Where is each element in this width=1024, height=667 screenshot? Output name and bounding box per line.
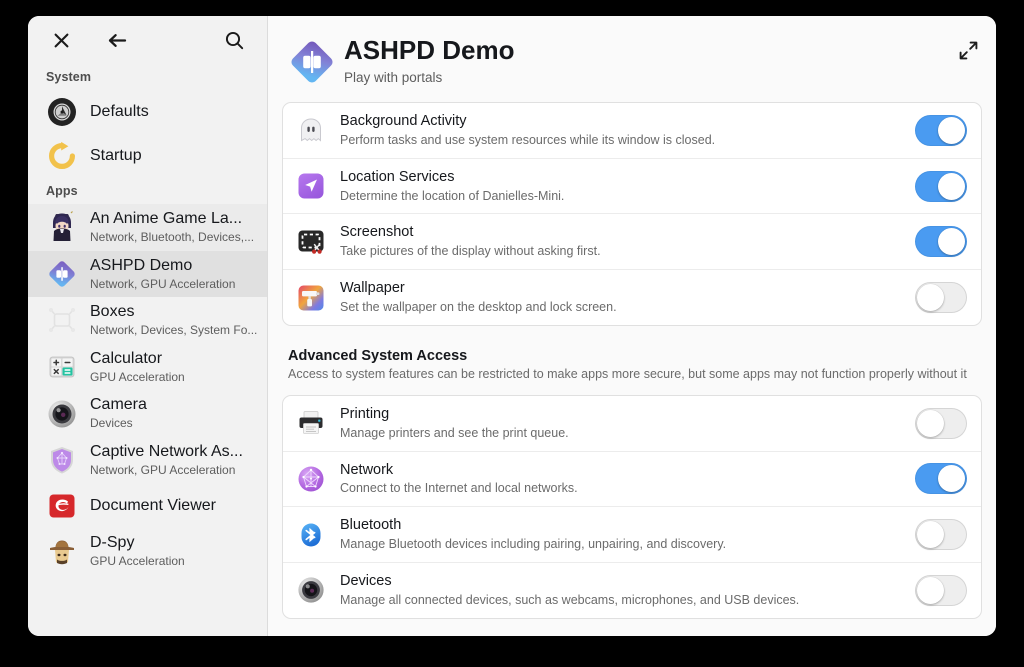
permission-row-printing: Printing Manage printers and see the pri… [283,396,981,451]
sidebar-item-subtitle: GPU Acceleration [90,370,257,386]
permissions-scroll-area[interactable]: Background Activity Perform tasks and us… [268,102,996,636]
sidebar-item-defaults[interactable]: Defaults [28,90,267,134]
camera-lens-icon [46,398,78,430]
search-icon[interactable] [217,25,251,55]
wallpaper-roller-icon [296,283,326,313]
sidebar-item-subtitle: Devices [90,416,257,432]
sidebar-item-subtitle: Network, Devices, System Fo... [90,323,257,339]
permission-description: Connect to the Internet and local networ… [340,480,901,497]
sidebar-item-label: Captive Network As... [90,442,257,462]
permission-description: Manage printers and see the print queue. [340,425,901,442]
evince-e-icon [46,490,78,522]
permission-title: Bluetooth [340,516,901,535]
sidebar-item-label: Calculator [90,349,257,369]
sidebar-item-subtitle: GPU Acceleration [90,554,257,570]
sidebar-item-captive-network-assistant[interactable]: Captive Network As... Network, GPU Accel… [28,437,267,484]
gear-disc-icon [46,96,78,128]
sidebar-item-subtitle: Network, GPU Acceleration [90,463,257,479]
permission-title: Location Services [340,168,901,187]
permission-toggle-printing[interactable] [915,408,967,439]
permission-row-network: Network Connect to the Internet and loca… [283,451,981,507]
sidebar-item-subtitle: Network, GPU Acceleration [90,277,257,293]
camera-lens-icon [296,575,326,605]
settings-window: System [28,16,996,636]
permission-row-screenshot: Screenshot Take pictures of the display … [283,213,981,269]
advanced-section-header: Advanced System Access Access to system … [282,326,982,383]
permission-row-devices: Devices Manage all connected devices, su… [283,562,981,618]
permission-row-wallpaper: Wallpaper Set the wallpaper on the deskt… [283,269,981,325]
permission-toggle-network[interactable] [915,463,967,494]
permission-row-bluetooth: Bluetooth Manage Bluetooth devices inclu… [283,506,981,562]
permission-row-background-activity: Background Activity Perform tasks and us… [283,103,981,158]
close-icon[interactable] [44,25,78,55]
permission-description: Manage all connected devices, such as we… [340,592,901,609]
sidebar-item-subtitle: Network, Bluetooth, Devices,... [90,230,257,246]
page-title: ASHPD Demo [344,36,514,66]
app-header: ASHPD Demo Play with portals [268,16,996,102]
permission-title: Background Activity [340,112,901,131]
sidebar-item-an-anime-game-launcher[interactable]: An Anime Game La... Network, Bluetooth, … [28,204,267,251]
permission-toggle-background-activity[interactable] [915,115,967,146]
main-panel: ASHPD Demo Play with portals [268,16,996,636]
permission-title: Wallpaper [340,279,901,298]
sidebar-item-label: ASHPD Demo [90,256,257,276]
sidebar-item-d-spy[interactable]: D-Spy GPU Acceleration [28,528,267,575]
permission-row-location-services: Location Services Determine the location… [283,158,981,214]
permissions-card: Background Activity Perform tasks and us… [282,102,982,326]
sidebar-item-boxes[interactable]: Boxes Network, Devices, System Fo... [28,297,267,344]
sidebar-item-label: An Anime Game La... [90,209,257,229]
sidebar-item-label: Startup [90,146,257,166]
permission-title: Devices [340,572,901,591]
permission-title: Network [340,461,901,480]
permission-toggle-location-services[interactable] [915,171,967,202]
sidebar-item-calculator[interactable]: Calculator GPU Acceleration [28,344,267,391]
sidebar-item-label: Defaults [90,102,257,122]
permission-description: Manage Bluetooth devices including pairi… [340,536,901,553]
section-title: Advanced System Access [288,348,976,364]
permission-description: Take pictures of the display without ask… [340,243,901,260]
permission-toggle-devices[interactable] [915,575,967,606]
permission-description: Perform tasks and use system resources w… [340,132,901,149]
refresh-arrow-icon [46,140,78,172]
anime-avatar-icon [46,211,78,243]
boxes-wireframe-icon [46,304,78,336]
sidebar-item-camera[interactable]: Camera Devices [28,390,267,437]
sidebar-item-label: D-Spy [90,533,257,553]
permission-toggle-bluetooth[interactable] [915,519,967,550]
screenshot-icon [296,227,326,257]
expand-icon[interactable] [956,38,980,62]
page-subtitle: Play with portals [344,70,514,85]
advanced-permissions-card: Printing Manage printers and see the pri… [282,395,982,619]
bluetooth-icon [296,520,326,550]
sidebar-item-label: Camera [90,395,257,415]
permission-title: Printing [340,405,901,424]
permission-toggle-screenshot[interactable] [915,226,967,257]
back-arrow-icon[interactable] [100,25,134,55]
permission-description: Determine the location of Danielles-Mini… [340,188,901,205]
detective-icon [46,535,78,567]
permission-title: Screenshot [340,223,901,242]
ashpd-diamond-icon [46,258,78,290]
network-globe-icon [296,464,326,494]
sidebar: System [28,16,268,636]
sidebar-group-header-system: System [28,64,267,90]
sidebar-item-ashpd-demo[interactable]: ASHPD Demo Network, GPU Acceleration [28,251,267,298]
calculator-icon [46,351,78,383]
sidebar-group-header-apps: Apps [28,178,267,204]
sidebar-item-label: Document Viewer [90,496,257,516]
ghost-icon [296,115,326,145]
sidebar-item-label: Boxes [90,302,257,322]
sidebar-item-startup[interactable]: Startup [28,134,267,178]
permission-toggle-wallpaper[interactable] [915,282,967,313]
shield-icon [46,444,78,476]
section-description: Access to system features can be restric… [288,367,976,381]
permission-description: Set the wallpaper on the desktop and loc… [340,299,901,316]
sidebar-toolbar [28,16,267,64]
sidebar-list[interactable]: System [28,64,267,636]
sidebar-item-document-viewer[interactable]: Document Viewer [28,484,267,528]
location-arrow-icon [296,171,326,201]
printer-icon [296,408,326,438]
ashpd-diamond-icon [282,34,342,88]
